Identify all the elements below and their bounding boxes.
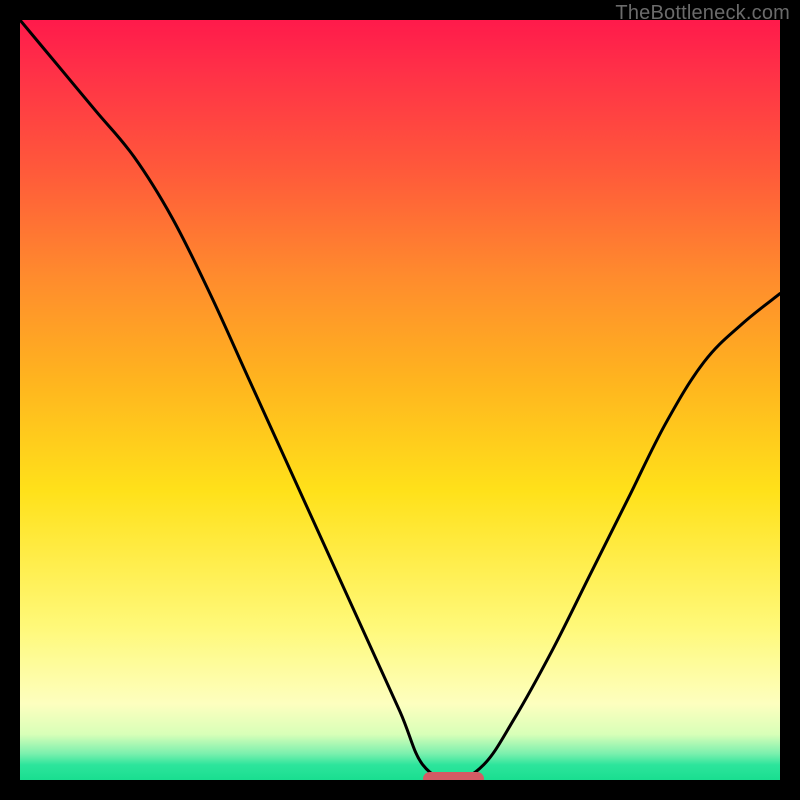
bottleneck-curve <box>20 20 780 780</box>
chart-frame: TheBottleneck.com <box>0 0 800 800</box>
plot-area <box>20 20 780 780</box>
optimal-range-marker <box>423 772 484 780</box>
watermark-text: TheBottleneck.com <box>615 2 790 25</box>
